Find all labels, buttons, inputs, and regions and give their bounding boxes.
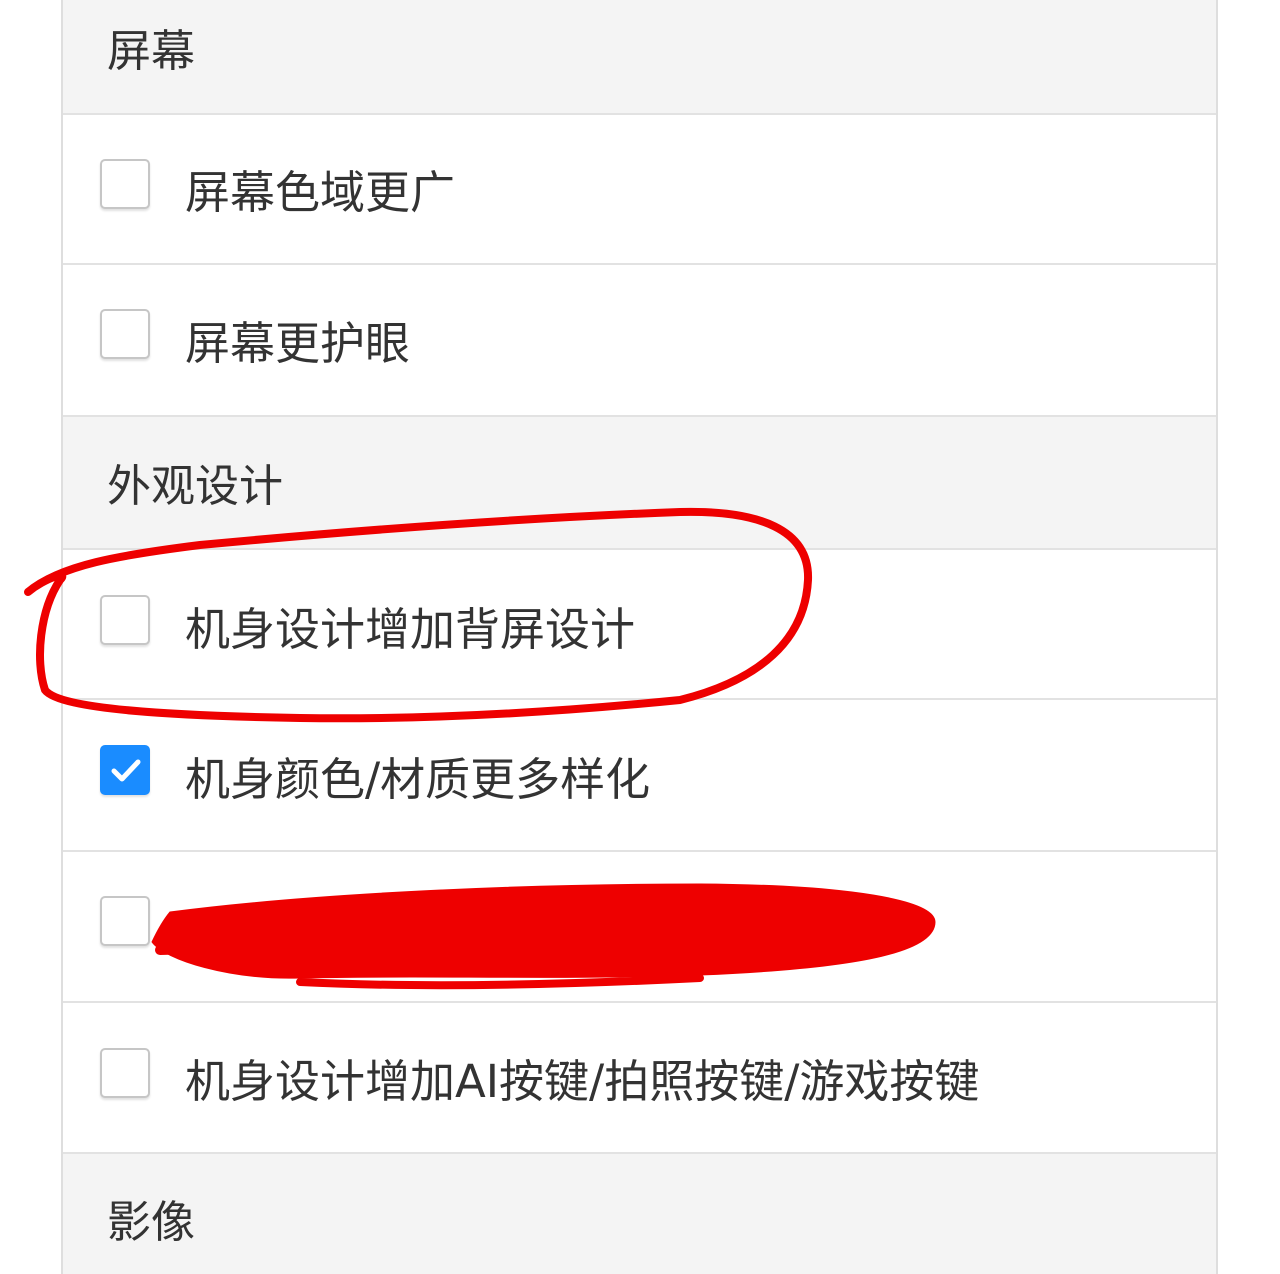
checkbox-extra-buttons[interactable] bbox=[100, 1048, 150, 1098]
option-label-wider-color-gamut: 屏幕色域更广 bbox=[185, 166, 456, 219]
option-row-color-material-variety[interactable]: 机身颜色/材质更多样化 bbox=[63, 700, 1216, 852]
section-title-appearance: 外观设计 bbox=[107, 461, 283, 512]
checkmark-icon bbox=[111, 759, 141, 782]
option-label-eye-care-screen: 屏幕更护眼 bbox=[185, 317, 411, 370]
section-header-screen: 屏幕 bbox=[63, 0, 1216, 115]
section-header-appearance: 外观设计 bbox=[63, 417, 1216, 550]
section-header-imaging: 影像 bbox=[63, 1154, 1216, 1274]
checkbox-eye-care-screen[interactable] bbox=[100, 309, 150, 359]
survey-question-list: 屏幕 屏幕色域更广 屏幕更护眼 外观设计 机身设计增加背屏设计 机身颜色/材质更… bbox=[61, 0, 1218, 1274]
option-row-wider-color-gamut[interactable]: 屏幕色域更广 bbox=[63, 115, 1216, 265]
option-label-rear-screen-design: 机身设计增加背屏设计 bbox=[185, 603, 636, 656]
section-title-imaging: 影像 bbox=[107, 1197, 195, 1248]
option-row-rear-screen-design[interactable]: 机身设计增加背屏设计 bbox=[63, 550, 1216, 700]
option-row-eye-care-screen[interactable]: 屏幕更护眼 bbox=[63, 265, 1216, 417]
option-row-extra-buttons[interactable]: 机身设计增加AI按键/拍照按键/游戏按键 bbox=[63, 1003, 1216, 1154]
survey-page: 屏幕 屏幕色域更广 屏幕更护眼 外观设计 机身设计增加背屏设计 机身颜色/材质更… bbox=[0, 0, 1280, 1274]
option-label-extra-buttons: 机身设计增加AI按键/拍照按键/游戏按键 bbox=[185, 1055, 980, 1108]
option-label-color-material-variety: 机身颜色/材质更多样化 bbox=[185, 753, 651, 806]
checkbox-color-material-variety[interactable] bbox=[100, 745, 150, 795]
checkbox-rear-screen-design[interactable] bbox=[100, 595, 150, 645]
checkbox-wider-color-gamut[interactable] bbox=[100, 159, 150, 209]
checkbox-redacted-option[interactable] bbox=[100, 896, 150, 946]
section-title-screen: 屏幕 bbox=[107, 26, 195, 77]
option-row-redacted[interactable] bbox=[63, 852, 1216, 1003]
